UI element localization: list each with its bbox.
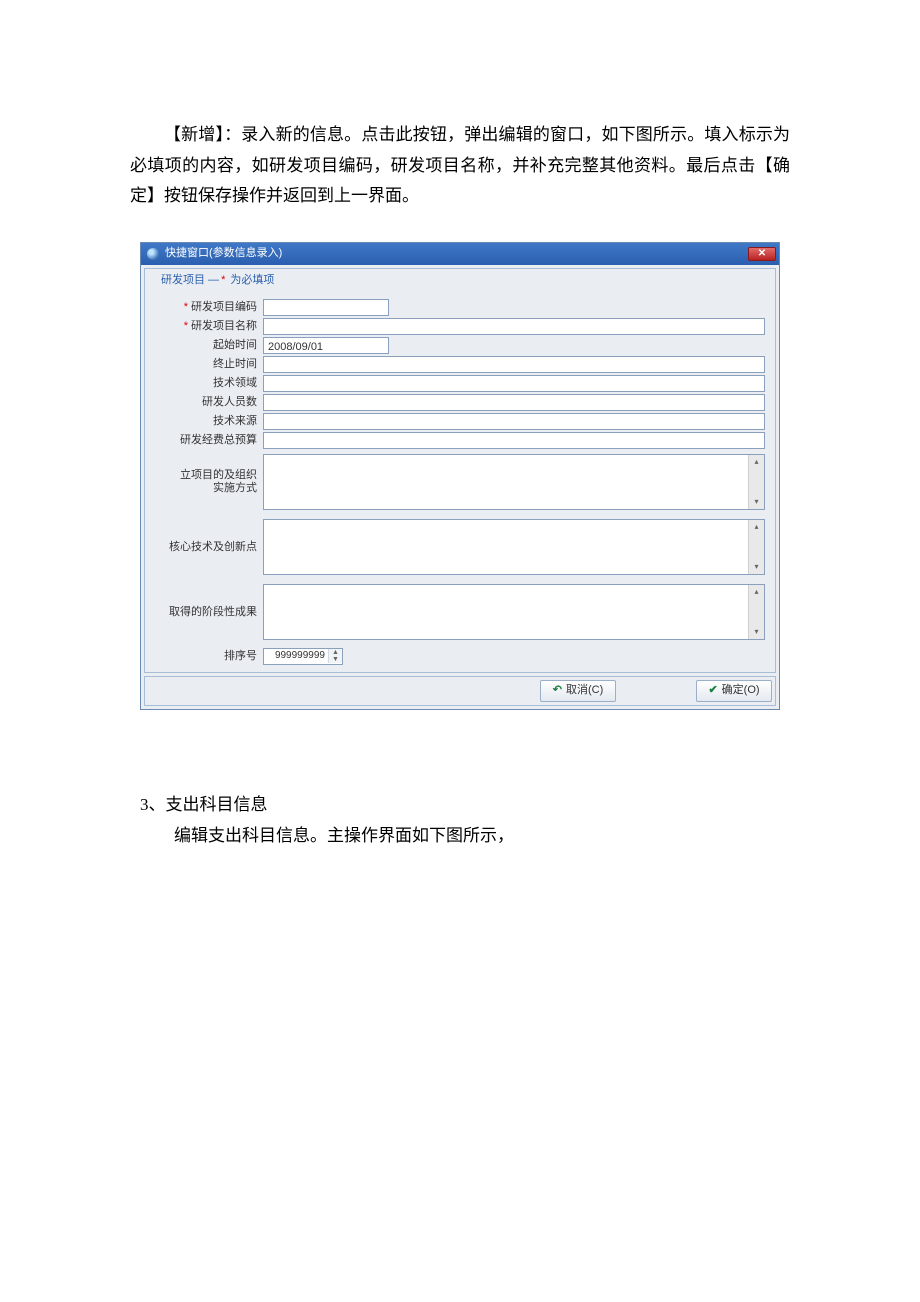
globe-icon [147, 248, 159, 260]
section-3-body: 编辑支出科目信息。主操作界面如下图所示， [140, 821, 780, 852]
input-code[interactable] [263, 299, 389, 316]
label-end: 终止时间 [151, 358, 263, 371]
input-tech-field[interactable] [263, 375, 765, 392]
button-bar: ↶ 取消(C) ✔ 确定(O) [144, 676, 776, 706]
input-start[interactable]: 2008/09/01 [263, 337, 389, 354]
textarea-purpose[interactable]: ▴ ▾ [263, 454, 765, 510]
spinner-up-icon[interactable]: ▲ [329, 649, 342, 656]
label-core: 核心技术及创新点 [151, 541, 263, 554]
section-3: 3、支出科目信息 编辑支出科目信息。主操作界面如下图所示， [140, 790, 780, 851]
scrollbar[interactable]: ▴ ▾ [748, 585, 764, 639]
scroll-down-icon[interactable]: ▾ [749, 495, 764, 509]
input-budget[interactable] [263, 432, 765, 449]
scroll-up-icon[interactable]: ▴ [749, 520, 764, 534]
cancel-button[interactable]: ↶ 取消(C) [540, 680, 616, 702]
label-staff: 研发人员数 [151, 396, 263, 409]
scrollbar[interactable]: ▴ ▾ [748, 455, 764, 509]
intro-text: 【新增】：录入新的信息。点击此按钮，弹出编辑的窗口，如下图所示。填入标示为必填项… [130, 120, 790, 212]
input-tech-source[interactable] [263, 413, 765, 430]
dialog-title: 快捷窗口(参数信息录入) [165, 244, 282, 264]
check-icon: ✔ [708, 681, 717, 701]
label-budget: 研发经费总预算 [151, 434, 263, 447]
undo-icon: ↶ [553, 681, 562, 701]
scroll-up-icon[interactable]: ▴ [749, 455, 764, 469]
dialog-titlebar: 快捷窗口(参数信息录入) ✕ [141, 243, 779, 265]
label-code: *研发项目编码 [151, 301, 263, 314]
quick-window-dialog: 快捷窗口(参数信息录入) ✕ 研发项目 —* 为必填项 *研发项目编码 *研发项… [140, 242, 780, 711]
input-name[interactable] [263, 318, 765, 335]
section-3-title: 3、支出科目信息 [140, 790, 780, 821]
intro-paragraph: 【新增】：录入新的信息。点击此按钮，弹出编辑的窗口，如下图所示。填入标示为必填项… [130, 120, 790, 212]
scrollbar[interactable]: ▴ ▾ [748, 520, 764, 574]
label-order: 排序号 [151, 650, 263, 663]
input-end[interactable] [263, 356, 765, 373]
fieldset-legend: 研发项目 —* 为必填项 [157, 269, 278, 293]
ok-button[interactable]: ✔ 确定(O) [696, 680, 772, 702]
textarea-results[interactable]: ▴ ▾ [263, 584, 765, 640]
label-start: 起始时间 [151, 339, 263, 352]
textarea-core[interactable]: ▴ ▾ [263, 519, 765, 575]
close-button[interactable]: ✕ [748, 247, 776, 261]
label-tech-source: 技术来源 [151, 415, 263, 428]
scroll-up-icon[interactable]: ▴ [749, 585, 764, 599]
label-results: 取得的阶段性成果 [151, 606, 263, 619]
label-purpose: 立项目的及组织 实施方式 [151, 469, 263, 495]
input-staff[interactable] [263, 394, 765, 411]
scroll-down-icon[interactable]: ▾ [749, 625, 764, 639]
label-name: *研发项目名称 [151, 320, 263, 333]
input-order[interactable]: 999999999 ▲ ▼ [263, 648, 343, 665]
form-fieldset: 研发项目 —* 为必填项 *研发项目编码 *研发项目名称 起始时间 2008/0… [144, 268, 776, 674]
label-tech-field: 技术领域 [151, 377, 263, 390]
spinner-down-icon[interactable]: ▼ [329, 656, 342, 663]
scroll-down-icon[interactable]: ▾ [749, 560, 764, 574]
